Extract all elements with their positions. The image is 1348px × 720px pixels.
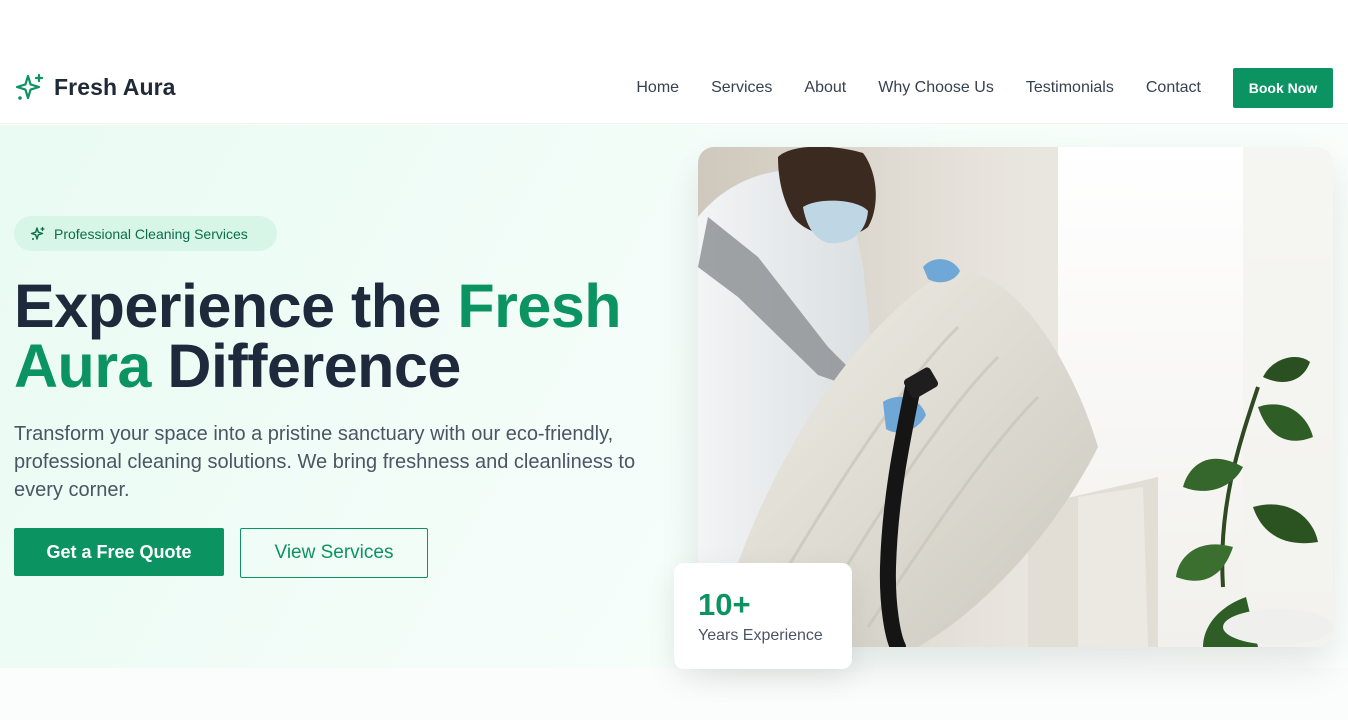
headline-accent: Aura	[14, 332, 151, 400]
get-free-quote-button[interactable]: Get a Free Quote	[14, 528, 224, 576]
badge-label: Professional Cleaning Services	[54, 225, 248, 242]
nav-link-testimonials[interactable]: Testimonials	[1026, 79, 1114, 97]
headline-part: Experience the	[14, 272, 458, 340]
experience-stat-card: 10+ Years Experience	[674, 563, 852, 669]
headline-accent: Fresh	[457, 272, 622, 340]
navbar: Fresh Aura Home Services About Why Choos…	[0, 52, 1348, 124]
nav-link-home[interactable]: Home	[636, 79, 679, 97]
services-badge: Professional Cleaning Services	[14, 216, 277, 251]
nav-link-about[interactable]: About	[804, 79, 846, 97]
sparkles-icon	[30, 226, 46, 242]
stat-value: 10+	[698, 587, 751, 622]
main-nav: Home Services About Why Choose Us Testim…	[636, 67, 1333, 108]
hero-headline: Experience the Fresh Aura Difference	[14, 276, 674, 397]
brand-name: Fresh Aura	[54, 74, 176, 100]
nav-link-services[interactable]: Services	[711, 79, 772, 97]
hero-description: Transform your space into a pristine san…	[14, 423, 636, 501]
sparkles-icon	[14, 72, 46, 104]
book-now-button[interactable]: Book Now	[1233, 67, 1333, 108]
top-strip	[0, 0, 1348, 52]
view-services-button[interactable]: View Services	[240, 528, 428, 578]
stat-label: Years Experience	[698, 627, 823, 644]
nav-link-why-choose-us[interactable]: Why Choose Us	[878, 79, 994, 97]
nav-link-contact[interactable]: Contact	[1146, 79, 1201, 97]
brand-logo[interactable]: Fresh Aura	[14, 72, 176, 104]
bottom-strip	[0, 668, 1348, 720]
headline-part: Difference	[150, 332, 461, 400]
